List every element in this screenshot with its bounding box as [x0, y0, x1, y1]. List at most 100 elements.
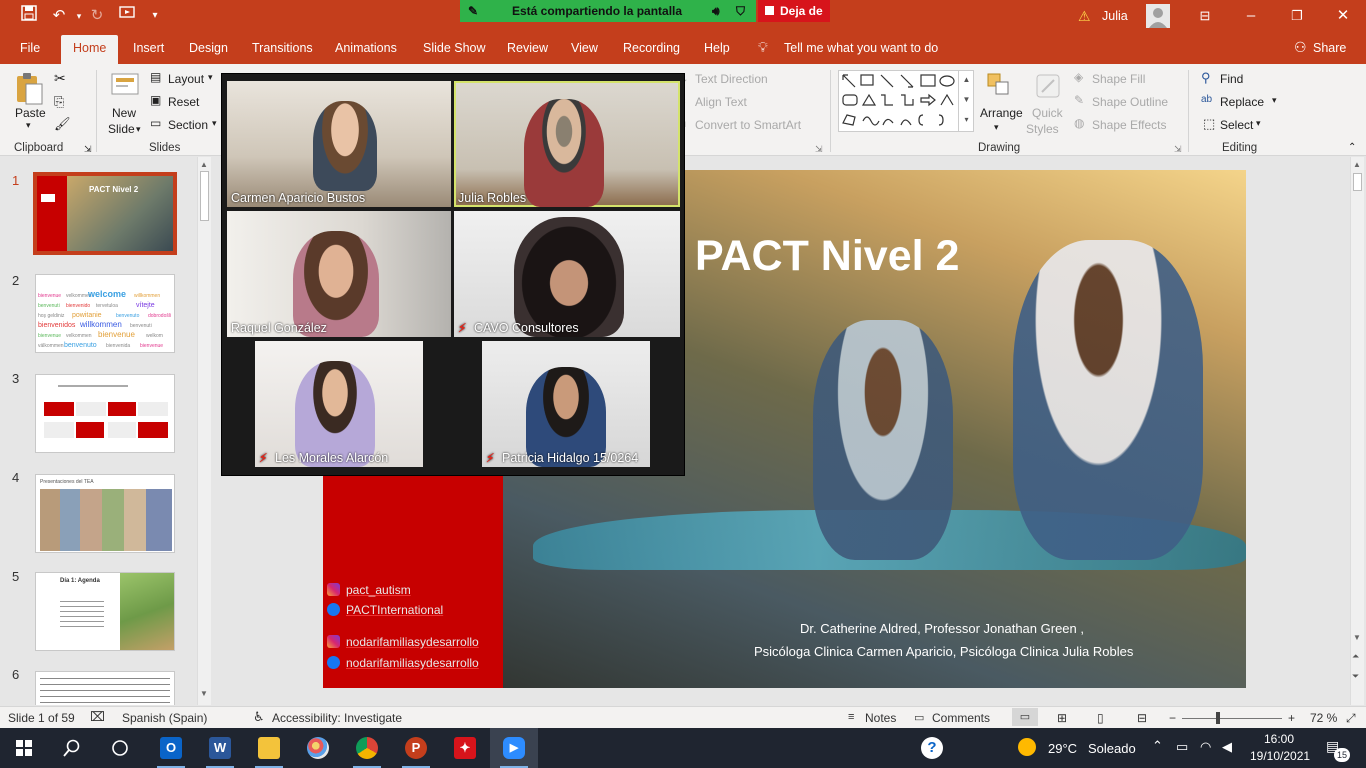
volume-icon[interactable]: ◀︎: [1222, 739, 1232, 755]
tab-recording[interactable]: Recording: [623, 41, 680, 55]
slide-thumbnail-5[interactable]: Día 1: Agenda: [35, 572, 175, 651]
tab-file[interactable]: File: [20, 41, 40, 55]
clipboard-launcher-icon[interactable]: ⇲: [84, 144, 92, 155]
shape-effects-icon[interactable]: ◍: [1074, 116, 1084, 130]
security-shield-icon[interactable]: ⛉: [736, 0, 745, 22]
task-view-button[interactable]: [96, 728, 144, 768]
layout-button[interactable]: Layout: [168, 72, 204, 86]
notes-icon[interactable]: ≡: [848, 711, 854, 723]
previous-slide-icon[interactable]: ⏶: [1352, 651, 1359, 662]
layout-icon[interactable]: ▤: [150, 70, 161, 84]
social-link-instagram-2[interactable]: nodarifamiliasydesarrollo: [346, 635, 479, 649]
paste-button[interactable]: Paste: [15, 106, 46, 120]
taskbar-app-outlook[interactable]: O: [147, 728, 195, 768]
clock-time[interactable]: 16:00: [1264, 732, 1294, 746]
shape-outline-button[interactable]: Shape Outline: [1092, 95, 1168, 109]
participant-tile[interactable]: ⚡︎ CAVO Consultores: [454, 211, 680, 337]
convert-smartart-button[interactable]: Convert to SmartArt: [695, 118, 801, 132]
slide-thumbnail-6[interactable]: [35, 671, 175, 705]
social-link-facebook[interactable]: PACTInternational: [346, 603, 443, 617]
tab-animations[interactable]: Animations: [335, 41, 397, 55]
taskbar-app-powerpoint[interactable]: P: [392, 728, 440, 768]
slide-thumbnail-2[interactable]: bienvenue velkommen welcome willkommen benv…: [35, 274, 175, 353]
next-slide-icon[interactable]: ⏷: [1352, 671, 1359, 682]
slide-counter[interactable]: Slide 1 of 59: [8, 711, 75, 725]
share-person-icon[interactable]: ⚇: [1294, 39, 1307, 56]
select-cursor-icon[interactable]: ⬚: [1203, 116, 1215, 132]
weather-temp[interactable]: 29°C: [1048, 741, 1077, 756]
stop-share-button[interactable]: Deja de: [758, 0, 830, 22]
find-button[interactable]: Find: [1220, 72, 1243, 86]
slide-thumbnail-4[interactable]: Presentaciones del TEA: [35, 474, 175, 553]
select-button[interactable]: Select: [1220, 118, 1253, 132]
tab-transitions[interactable]: Transitions: [252, 41, 313, 55]
reset-icon[interactable]: ▣: [150, 93, 161, 107]
spelling-check-icon[interactable]: ⌧: [90, 709, 105, 725]
quick-styles-button-line2[interactable]: Styles: [1026, 122, 1059, 136]
quick-styles-icon[interactable]: [1034, 72, 1062, 100]
zoom-slider-thumb[interactable]: [1216, 712, 1220, 724]
scroll-down-icon[interactable]: ▼: [1353, 633, 1361, 642]
taskbar-app-acrobat[interactable]: ✦: [441, 728, 489, 768]
tab-insert[interactable]: Insert: [133, 41, 164, 55]
present-from-start-icon[interactable]: [116, 5, 138, 27]
clock-date[interactable]: 19/10/2021: [1250, 749, 1310, 763]
comments-button[interactable]: Comments: [932, 711, 990, 725]
participant-tile[interactable]: ⚡︎ Patricia Hidalgo 15/0264: [482, 341, 650, 467]
participant-tile[interactable]: Raquel González: [227, 211, 451, 337]
copy-icon[interactable]: ⎘: [54, 94, 64, 110]
new-slide-icon[interactable]: [110, 72, 140, 100]
shape-fill-icon[interactable]: ◈: [1074, 70, 1083, 84]
battery-icon[interactable]: ▭: [1176, 739, 1188, 755]
avatar[interactable]: [1146, 4, 1170, 28]
shape-outline-icon[interactable]: ✎: [1074, 93, 1084, 107]
wifi-icon[interactable]: ◠: [1200, 739, 1211, 755]
tab-design[interactable]: Design: [189, 41, 228, 55]
reset-button[interactable]: Reset: [168, 95, 199, 109]
taskbar-app-chrome[interactable]: [343, 728, 391, 768]
weather-sun-icon[interactable]: [1018, 738, 1036, 756]
text-direction-button[interactable]: Text Direction: [695, 72, 768, 86]
zoom-gallery-window[interactable]: Carmen Aparicio Bustos Julia Robles Raqu…: [221, 73, 685, 476]
cut-icon[interactable]: ✂: [54, 70, 66, 87]
show-hidden-icons[interactable]: ⌃: [1152, 738, 1163, 754]
tab-help[interactable]: Help: [704, 41, 730, 55]
redo-icon[interactable]: ↻: [86, 5, 108, 27]
accessibility-status[interactable]: Accessibility: Investigate: [272, 711, 402, 725]
slide-title[interactable]: PACT Nivel 2: [695, 232, 959, 281]
section-icon[interactable]: ▭: [150, 116, 161, 130]
participant-tile[interactable]: ⚡︎ Les Morales Alarcón: [255, 341, 423, 467]
fit-to-window-icon[interactable]: ⤢: [1346, 711, 1356, 726]
find-icon[interactable]: ⚲: [1201, 70, 1211, 86]
social-link-instagram[interactable]: pact_autism: [346, 583, 411, 597]
shape-fill-button[interactable]: Shape Fill: [1092, 72, 1145, 86]
paste-icon[interactable]: [14, 72, 44, 106]
lightbulb-icon[interactable]: 💡︎: [758, 39, 768, 56]
paste-dropdown-icon[interactable]: ▾: [26, 120, 31, 131]
share-button[interactable]: Share: [1313, 41, 1346, 55]
participant-tile[interactable]: Carmen Aparicio Bustos: [227, 81, 451, 207]
slide-thumbnail-1[interactable]: PACT Nivel 2: [33, 172, 177, 255]
zoom-percentage[interactable]: 72 %: [1310, 711, 1337, 725]
paragraph-launcher-icon[interactable]: ⇲: [815, 144, 823, 155]
undo-icon[interactable]: ↶: [48, 5, 70, 27]
scroll-down-icon[interactable]: ▼: [200, 689, 208, 698]
social-link-facebook-2[interactable]: nodarifamiliasydesarrollo: [346, 656, 479, 670]
editor-scrollbar[interactable]: ▲ ▼ ⏶ ⏷: [1350, 157, 1364, 705]
arrange-icon[interactable]: [984, 72, 1014, 100]
close-icon[interactable]: ✕: [1332, 5, 1354, 27]
format-painter-icon[interactable]: 🖌︎: [54, 116, 71, 132]
weather-text[interactable]: Soleado: [1088, 741, 1136, 756]
zoom-out-icon[interactable]: −: [1169, 711, 1176, 725]
drawing-launcher-icon[interactable]: ⇲: [1174, 144, 1182, 155]
collapse-ribbon-icon[interactable]: ⌃: [1348, 142, 1356, 153]
audio-icon[interactable]: 🔊︎: [712, 0, 720, 22]
slide-thumbnail-3[interactable]: [35, 374, 175, 453]
replace-button[interactable]: Replace: [1220, 95, 1264, 109]
shapes-gallery-scroll[interactable]: ▲ ▼ ▾: [958, 70, 974, 132]
tab-review[interactable]: Review: [507, 41, 548, 55]
taskbar-app-zoom[interactable]: ▶: [490, 728, 538, 768]
tab-view[interactable]: View: [571, 41, 598, 55]
ribbon-display-options-icon[interactable]: ⊟: [1194, 5, 1216, 27]
quick-styles-button[interactable]: Quick: [1032, 106, 1063, 120]
